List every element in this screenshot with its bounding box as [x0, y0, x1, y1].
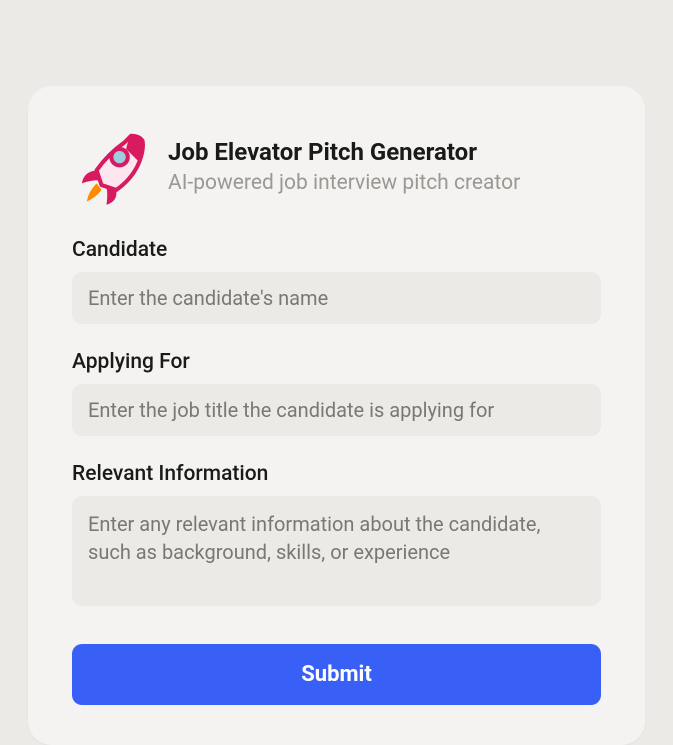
applying-for-input[interactable] — [72, 384, 601, 436]
candidate-input[interactable] — [72, 272, 601, 324]
header: Job Elevator Pitch Generator AI-powered … — [72, 126, 601, 208]
main-card: Job Elevator Pitch Generator AI-powered … — [28, 86, 645, 745]
applying-for-label: Applying For — [72, 350, 601, 374]
relevant-info-label: Relevant Information — [72, 462, 601, 486]
rocket-icon — [72, 126, 154, 208]
relevant-info-field-group: Relevant Information — [72, 462, 601, 610]
app-title: Job Elevator Pitch Generator — [168, 137, 601, 168]
relevant-info-textarea[interactable] — [72, 496, 601, 606]
app-subtitle: AI-powered job interview pitch creator — [168, 170, 601, 197]
title-block: Job Elevator Pitch Generator AI-powered … — [168, 137, 601, 197]
candidate-label: Candidate — [72, 238, 601, 262]
applying-for-field-group: Applying For — [72, 350, 601, 436]
candidate-field-group: Candidate — [72, 238, 601, 324]
